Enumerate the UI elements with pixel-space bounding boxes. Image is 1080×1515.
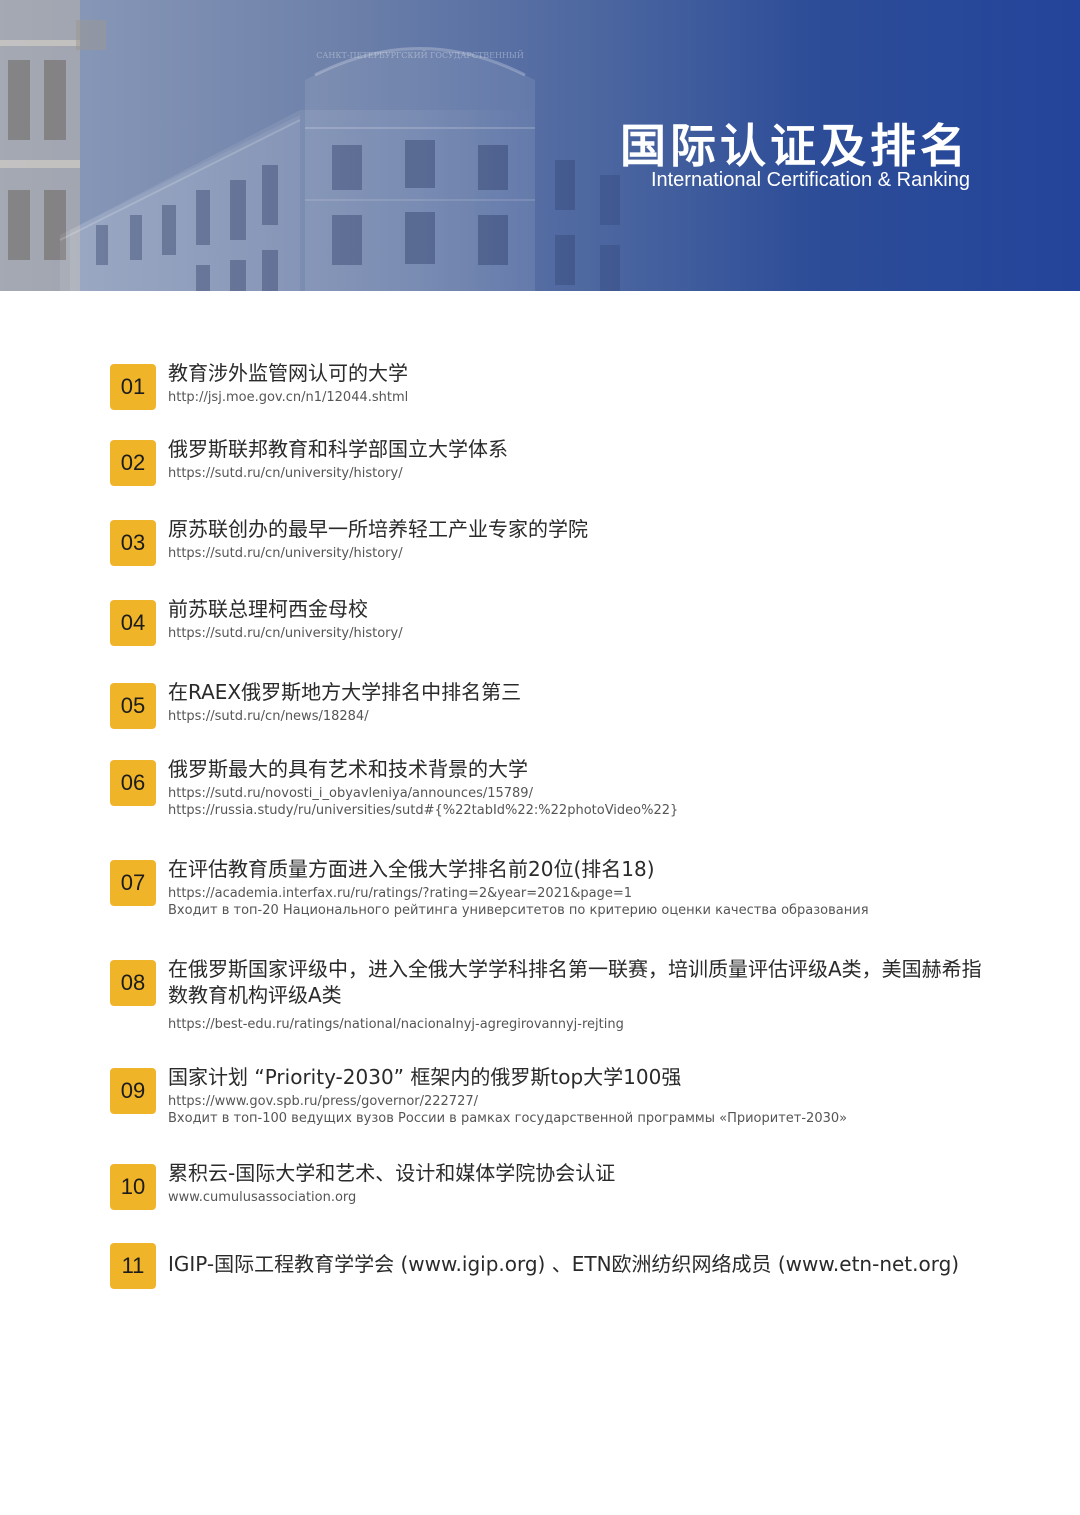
item-link[interactable]: http://jsj.moe.gov.cn/n1/12044.shtml xyxy=(168,389,998,406)
item-title: IGIP-国际工程教育学学会 (www.igip.org) 、ETN欧洲纺织网络… xyxy=(168,1252,960,1276)
item-title: 在RAEX俄罗斯地方大学排名中排名第三 xyxy=(168,680,522,704)
header-banner: САНКТ-ПЕТЕРБУРГСКИЙ ГОСУДАРСТВЕННЫЙ 国际认证… xyxy=(0,0,1080,291)
item-number-badge: 08 xyxy=(110,960,156,1006)
item-number-badge: 06 xyxy=(110,760,156,806)
item-number-badge: 02 xyxy=(110,440,156,486)
item-link[interactable]: https://www.gov.spb.ru/press/governor/22… xyxy=(168,1093,998,1110)
item-title: 累积云-国际大学和艺术、设计和媒体学院协会认证 xyxy=(168,1161,616,1185)
item-title: 国家计划 “Priority-2030” 框架内的俄罗斯top大学100强 xyxy=(168,1065,682,1089)
item-note: Входит в топ-20 Национального рейтинга у… xyxy=(168,903,869,918)
item-number-badge: 03 xyxy=(110,520,156,566)
item-number-badge: 01 xyxy=(110,364,156,410)
item-link[interactable]: https://sutd.ru/cn/university/history/ xyxy=(168,465,998,482)
item-number-badge: 04 xyxy=(110,600,156,646)
item-number-badge: 05 xyxy=(110,683,156,729)
item-note: Входит в топ-100 ведущих вузов России в … xyxy=(168,1111,848,1126)
item-link[interactable]: https://sutd.ru/cn/university/history/ xyxy=(168,545,998,562)
building-sign: САНКТ-ПЕТЕРБУРГСКИЙ ГОСУДАРСТВЕННЫЙ xyxy=(316,51,524,60)
item-number-badge: 10 xyxy=(110,1164,156,1210)
item-link[interactable]: https://sutd.ru/cn/news/18284/ xyxy=(168,708,998,725)
item-title: 俄罗斯最大的具有艺术和技术背景的大学 xyxy=(168,757,528,781)
item-number-badge: 09 xyxy=(110,1068,156,1114)
item-link[interactable]: https://best-edu.ru/ratings/national/nac… xyxy=(168,1016,998,1033)
item-number-badge: 11 xyxy=(110,1243,156,1289)
item-link[interactable]: https://sutd.ru/novosti_i_obyavleniya/an… xyxy=(168,785,998,802)
item-link[interactable]: https://academia.interfax.ru/ru/ratings/… xyxy=(168,885,998,902)
item-link[interactable]: https://russia.study/ru/universities/sut… xyxy=(168,802,998,819)
item-title: 在评估教育质量方面进入全俄大学排名前20位(排名18) xyxy=(168,857,655,881)
item-title: 在俄罗斯国家评级中，进入全俄大学学科排名第一联赛，培训质量评估评级A类，美国赫希… xyxy=(168,957,982,1007)
item-number-badge: 07 xyxy=(110,860,156,906)
page-subtitle: International Certification & Ranking xyxy=(650,169,970,191)
item-title: 前苏联总理柯西金母校 xyxy=(168,597,368,621)
item-title: 教育涉外监管网认可的大学 xyxy=(168,361,408,385)
item-title: 俄罗斯联邦教育和科学部国立大学体系 xyxy=(168,437,508,461)
item-link[interactable]: www.cumulusassociation.org xyxy=(168,1189,998,1206)
page-title: 国际认证及排名 xyxy=(620,119,970,173)
item-title: 原苏联创办的最早一所培养轻工产业专家的学院 xyxy=(168,517,588,541)
item-link[interactable]: https://sutd.ru/cn/university/history/ xyxy=(168,625,998,642)
